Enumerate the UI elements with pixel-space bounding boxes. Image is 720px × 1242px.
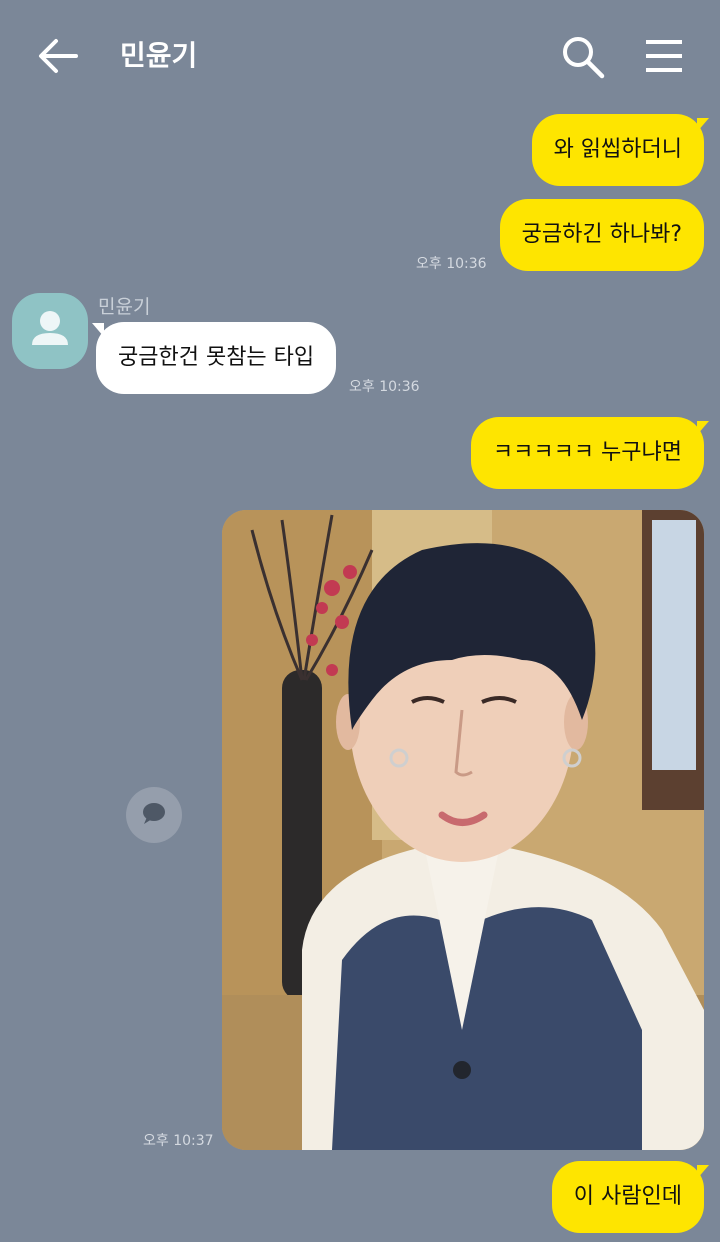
chat-title: 민윤기 [120, 39, 198, 72]
message-timestamp: 오후 10:36 [416, 256, 487, 272]
bubble-tail [697, 1165, 709, 1179]
message-text: 와 읽씹하더니 [553, 137, 682, 162]
speech-bubble-icon [143, 803, 165, 824]
message-text: 이 사람인데 [573, 1184, 682, 1209]
message-bubble-sent[interactable]: 와 읽씹하더니 [531, 114, 704, 186]
avatar[interactable] [12, 293, 88, 369]
message-bubble-sent[interactable]: 궁금하긴 하나봐? [499, 199, 704, 271]
arrow-left-icon[interactable] [36, 36, 80, 76]
chat-header: 민윤기 [0, 0, 720, 112]
person-icon [32, 311, 68, 345]
share-button[interactable] [126, 787, 182, 843]
message-bubble-sent[interactable]: ㅋㅋㅋㅋㅋ 누구냐면 [470, 417, 704, 489]
search-icon[interactable] [560, 34, 606, 80]
message-timestamp: 오후 10:36 [349, 379, 420, 395]
bubble-tail [697, 118, 709, 132]
sender-name: 민윤기 [98, 296, 151, 318]
message-text: ㅋㅋㅋㅋㅋ 누구냐면 [492, 440, 682, 465]
message-bubble-received[interactable]: 궁금한건 못참는 타입 [96, 322, 337, 394]
message-text: 궁금하긴 하나봐? [521, 222, 682, 247]
hamburger-menu-icon[interactable] [644, 38, 684, 74]
portrait-photo [222, 510, 704, 1150]
message-bubble-sent[interactable]: 이 사람인데 [551, 1161, 704, 1233]
photo-message[interactable] [222, 510, 704, 1150]
message-timestamp: 오후 10:37 [143, 1133, 214, 1149]
message-text: 궁금한건 못참는 타입 [118, 345, 315, 370]
bubble-tail [697, 421, 709, 435]
